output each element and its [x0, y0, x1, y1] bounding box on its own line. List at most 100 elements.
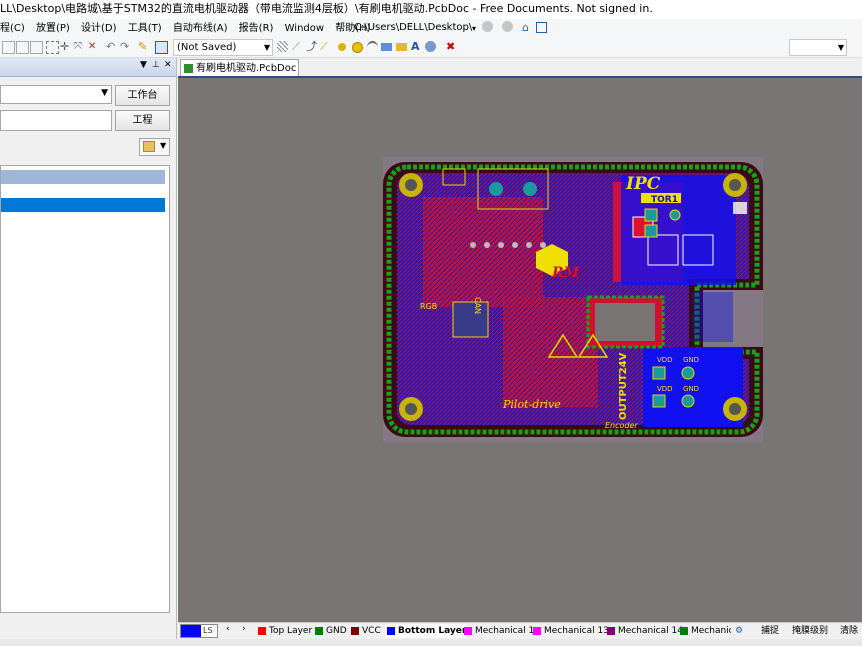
- undo-icon[interactable]: ↶: [106, 41, 117, 52]
- paste-icon[interactable]: [16, 41, 29, 54]
- panel-header: ▼ ⊥ ✕: [0, 58, 176, 77]
- tune-icon[interactable]: ⟋: [320, 41, 331, 52]
- vdd-pad-1: [652, 366, 666, 380]
- clear-icon[interactable]: ✖: [446, 41, 457, 52]
- mask-level-button[interactable]: 掩膜级别: [792, 624, 828, 638]
- layer-tab-bottom[interactable]: Bottom Layer: [385, 624, 467, 638]
- copy-icon[interactable]: [2, 41, 15, 54]
- current-layer-swatch: [181, 625, 201, 637]
- cutout-slot: [595, 303, 655, 341]
- component-icon[interactable]: [425, 41, 436, 52]
- tree-row-selected[interactable]: [1, 198, 165, 212]
- fill-icon[interactable]: [381, 43, 392, 51]
- projects-panel: ▼ ⊥ ✕ ▼ 工作台 工程 ▼: [0, 58, 177, 640]
- menu-window[interactable]: Window: [281, 19, 328, 38]
- layer-settings-icon[interactable]: ⚙: [735, 624, 743, 638]
- back-icon[interactable]: [482, 21, 493, 32]
- filter-icon[interactable]: [155, 41, 168, 54]
- layer-tab-mech14[interactable]: Mechanical 14: [605, 624, 683, 638]
- jump-icon[interactable]: ✎: [138, 41, 149, 52]
- redo-icon[interactable]: ↷: [120, 41, 131, 52]
- pin-icon[interactable]: ⊥: [152, 60, 160, 70]
- path-text: C:\Users\DELL\Desktop\: [354, 22, 473, 33]
- layer-name: GND: [326, 626, 347, 636]
- top-pour-left: [423, 197, 543, 307]
- top-pour-center: [503, 297, 598, 407]
- close-icon[interactable]: ✕: [164, 60, 172, 70]
- tor-pad-3: [669, 209, 681, 221]
- snap-button[interactable]: 捕捉: [761, 624, 779, 638]
- chevron-down-icon: ▼: [837, 43, 844, 52]
- silk-encoder: Encoder: [605, 421, 638, 430]
- layer-scroll-left-icon[interactable]: ‹: [226, 624, 230, 634]
- workspace-button[interactable]: 工作台: [115, 85, 170, 106]
- silk-rgb: RGB: [420, 302, 437, 311]
- interactive-route-icon[interactable]: [277, 41, 288, 52]
- tab-pcbdoc[interactable]: 有刷电机驱动.PcbDoc: [180, 59, 299, 77]
- rm-logo-text: RM: [551, 265, 580, 281]
- layer-swatch: [387, 627, 395, 635]
- clipboard-icon[interactable]: [30, 41, 43, 54]
- path-combo[interactable]: C:\Users\DELL\Desktop\: [351, 20, 481, 36]
- layer-tab-mech1[interactable]: Mechanical 1: [462, 624, 534, 638]
- path-dropdown-icon[interactable]: ▾: [472, 24, 476, 33]
- pad-icon[interactable]: [338, 43, 346, 51]
- polygon-icon[interactable]: [396, 43, 407, 51]
- layer-swatch: [464, 627, 472, 635]
- clear-button[interactable]: 清除: [840, 624, 858, 638]
- home-icon[interactable]: ⌂: [522, 21, 529, 34]
- project-field[interactable]: [0, 110, 112, 131]
- layer-scroll-right-icon[interactable]: ›: [242, 624, 246, 634]
- move-icon[interactable]: ✛: [60, 41, 71, 52]
- via-icon[interactable]: [352, 42, 363, 53]
- menu-place[interactable]: 放置(P): [32, 19, 74, 38]
- ls-label: LS: [203, 626, 213, 635]
- main-toolbar: ✛ ⤧ ✕ ↶ ↷ ✎ ⟋ ⤴ ⟋ A ✖: [0, 38, 862, 58]
- panel-menu-icon[interactable]: ▼: [140, 60, 147, 70]
- workspace-combo[interactable]: ▼: [0, 85, 112, 104]
- project-tree[interactable]: [0, 165, 170, 613]
- mount-hole-br-center: [729, 403, 741, 415]
- layer-name: Mechanical 1: [475, 626, 535, 636]
- folder-options-button[interactable]: ▼: [139, 138, 170, 156]
- folder-icon: [143, 141, 155, 152]
- layer-tab-mech13[interactable]: Mechanical 13: [531, 624, 609, 638]
- layer-name: Mechanical 13: [544, 626, 609, 636]
- pcb-file-icon: [184, 64, 193, 73]
- favorites-icon[interactable]: [536, 22, 547, 33]
- variant-combo[interactable]: (Not Saved) ▼: [173, 39, 273, 56]
- arc-icon[interactable]: [367, 41, 378, 54]
- deselect-icon[interactable]: ⤧: [74, 41, 85, 52]
- layer-swatch: [351, 627, 359, 635]
- connector-pin-2: [523, 182, 537, 196]
- tor-pad-2: [644, 224, 658, 238]
- board-corner-block: [733, 202, 747, 214]
- pcb-canvas[interactable]: RM IPC TOR1 RGB CAN Pilot-drive Encoder …: [178, 78, 862, 622]
- forward-icon[interactable]: [502, 21, 513, 32]
- multi-route-icon[interactable]: ⤴: [306, 41, 317, 52]
- layer-tab-gnd[interactable]: GND: [313, 624, 347, 638]
- window-title-bar: LL\Desktop\电路城\基于STM32的直流电机驱动器（带电流监测4层板）…: [0, 0, 862, 19]
- project-button[interactable]: 工程: [115, 110, 170, 131]
- diff-pair-icon[interactable]: ⟋: [292, 41, 303, 52]
- tree-row-project[interactable]: [1, 170, 165, 184]
- menu-reports[interactable]: 报告(R): [235, 19, 278, 38]
- menu-autoroute[interactable]: 自动布线(A): [169, 19, 232, 38]
- gap-pour: [693, 292, 733, 342]
- layer-tab-top[interactable]: Top Layer: [256, 624, 312, 638]
- silk-output: OUTPUT24V: [618, 352, 629, 420]
- layer-tab-vcc[interactable]: VCC: [349, 624, 381, 638]
- cross-probe-icon[interactable]: ✕: [88, 41, 99, 52]
- silk-can: CAN: [473, 297, 482, 314]
- layer-swatch: [315, 627, 323, 635]
- select-rect-icon[interactable]: [46, 41, 59, 54]
- layer-set-button[interactable]: LS: [180, 624, 218, 638]
- menu-design[interactable]: 设计(D): [77, 19, 121, 38]
- window-title: LL\Desktop\电路城\基于STM32的直流电机驱动器（带电流监测4层板）…: [0, 2, 653, 15]
- menu-tools[interactable]: 工具(T): [124, 19, 166, 38]
- string-icon[interactable]: A: [411, 41, 422, 52]
- silk-tor: TOR1: [651, 195, 678, 205]
- right-toolbar-combo[interactable]: ▼: [789, 39, 847, 56]
- menu-project[interactable]: 程(C): [0, 19, 29, 38]
- layer-tab-mech-more[interactable]: Mechanic: [678, 624, 731, 638]
